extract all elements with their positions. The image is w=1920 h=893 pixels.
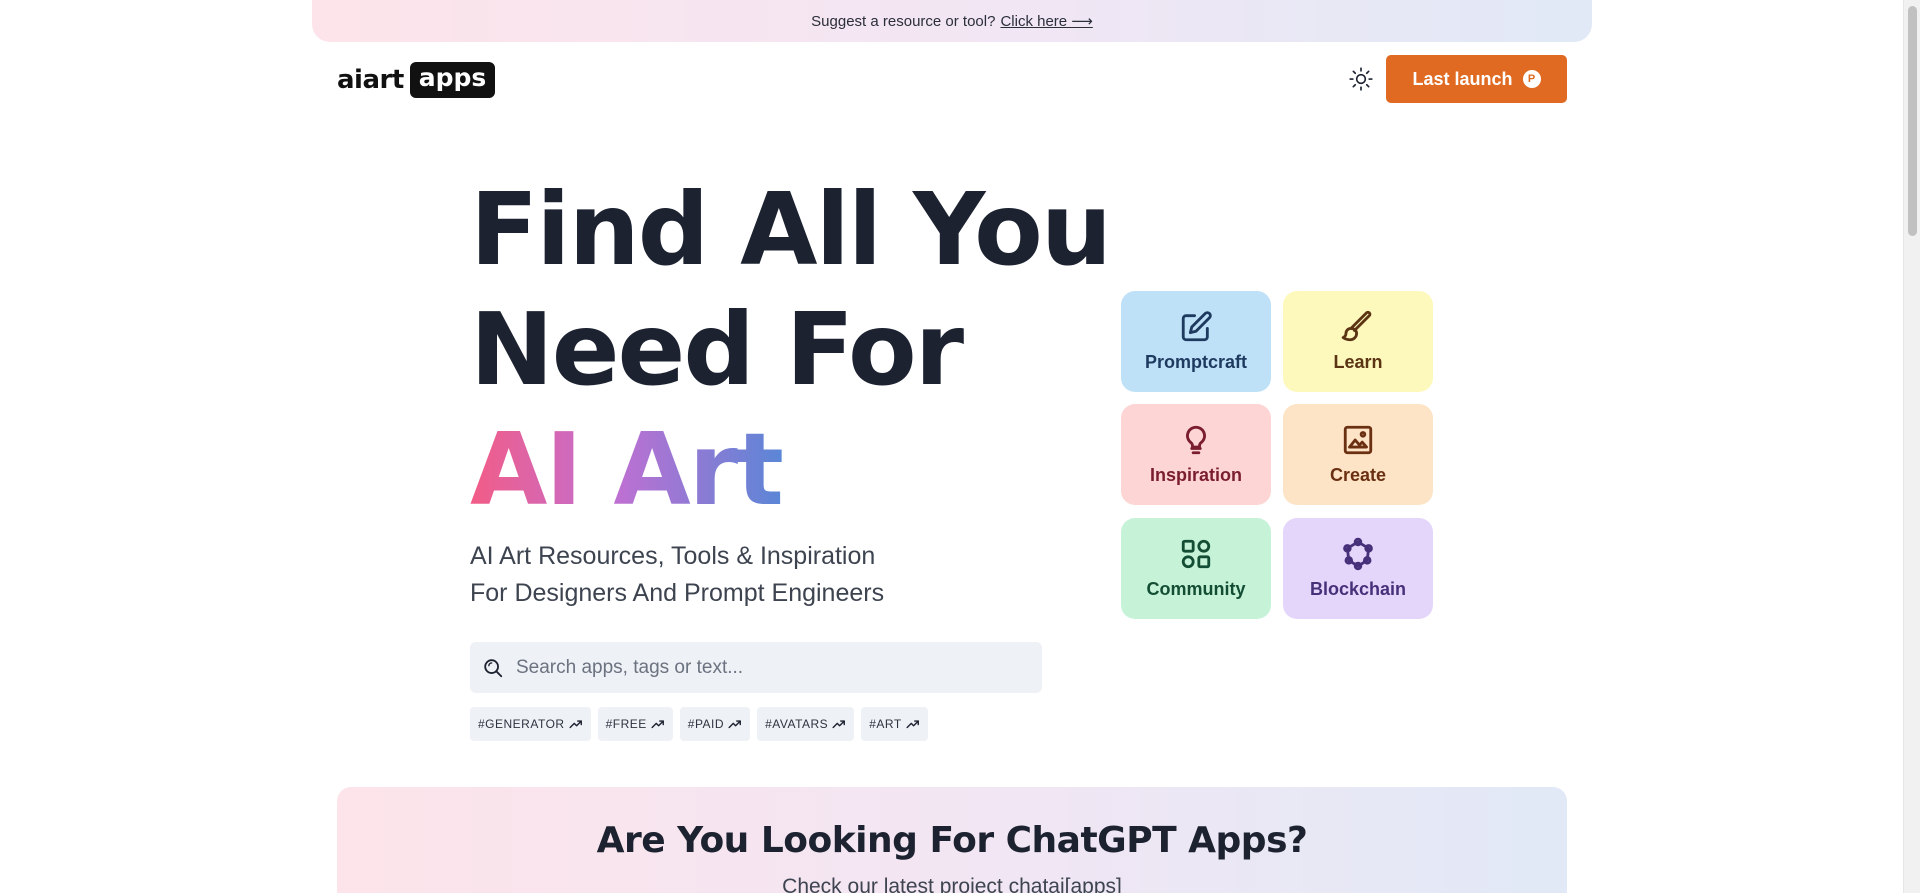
tag-avatars[interactable]: #AVATARS — [757, 707, 855, 741]
category-label: Create — [1329, 465, 1387, 485]
category-label: Promptcraft — [1144, 352, 1247, 372]
tag-label: #ART — [869, 717, 902, 731]
last-launch-label: Last launch — [1412, 68, 1513, 89]
grid-icon — [1181, 539, 1211, 569]
tag-art[interactable]: #ART — [861, 707, 928, 741]
tag-free[interactable]: #FREE — [597, 707, 673, 741]
brush-icon — [1341, 310, 1372, 342]
promo-title: Are You Looking For ChatGPT Apps? — [596, 820, 1308, 861]
lightbulb-icon — [1186, 425, 1206, 455]
tag-list: #GENERATOR #FREE #PAID #AVATARS #ART — [470, 707, 928, 741]
tag-label: #AVATARS — [765, 717, 829, 731]
search-icon — [484, 658, 503, 677]
trending-icon — [832, 720, 846, 729]
hero-title-line-2: Need For — [470, 291, 964, 408]
chatgpt-promo[interactable]: Are You Looking For ChatGPT Apps? Check … — [337, 787, 1567, 893]
sun-icon — [1349, 67, 1373, 91]
category-blockchain[interactable]: Blockchain — [1283, 518, 1433, 619]
banner-text: Suggest a resource or tool? — [811, 12, 996, 30]
promo-subtitle: Check our latest project chatai[apps] — [782, 875, 1122, 893]
category-create[interactable]: Create — [1283, 404, 1433, 505]
scrollbar-thumb[interactable] — [1908, 6, 1917, 236]
logo[interactable]: aiart apps — [337, 62, 496, 98]
image-icon — [1343, 425, 1373, 455]
trending-icon — [728, 720, 742, 729]
search-input[interactable] — [516, 656, 1016, 679]
category-promptcraft[interactable]: Promptcraft — [1121, 291, 1271, 392]
theme-toggle-button[interactable] — [1348, 66, 1374, 92]
category-label: Learn — [1333, 352, 1383, 372]
top-banner: Suggest a resource or tool? Click here ⟶ — [312, 0, 1592, 42]
hero-title-line-1: Find All You — [470, 171, 1112, 288]
category-inspiration[interactable]: Inspiration — [1121, 404, 1271, 505]
hero-title-line-3: AI Art — [470, 411, 784, 528]
tag-paid[interactable]: #PAID — [679, 707, 751, 741]
logo-text: aiart — [337, 65, 404, 95]
logo-badge: apps — [409, 62, 496, 98]
category-community[interactable]: Community — [1121, 518, 1271, 619]
last-launch-button[interactable]: Last launch P — [1386, 55, 1567, 103]
category-label: Blockchain — [1309, 579, 1407, 599]
tag-label: #GENERATOR — [478, 717, 565, 731]
edit-icon — [1181, 311, 1212, 342]
category-learn[interactable]: Learn — [1283, 291, 1433, 392]
category-label: Community — [1146, 579, 1246, 599]
trending-icon — [906, 720, 919, 729]
product-hunt-icon: P — [1522, 70, 1541, 88]
network-icon — [1343, 537, 1373, 571]
search-bar[interactable] — [470, 642, 1042, 693]
trending-icon — [651, 720, 664, 729]
hero-subtitle-line-2: For Designers And Prompt Engineers — [470, 579, 885, 607]
page-scrollbar[interactable] — [1903, 0, 1920, 893]
trending-icon — [569, 720, 582, 729]
hero-subtitle: AI Art Resources, Tools & Inspiration Fo… — [470, 538, 884, 612]
tag-label: #PAID — [687, 717, 725, 731]
tag-label: #FREE — [605, 717, 647, 731]
hero-subtitle-line-1: AI Art Resources, Tools & Inspiration — [470, 542, 876, 570]
tag-generator[interactable]: #GENERATOR — [470, 707, 591, 741]
banner-link[interactable]: Click here ⟶ — [1000, 12, 1092, 30]
category-label: Inspiration — [1149, 465, 1242, 485]
